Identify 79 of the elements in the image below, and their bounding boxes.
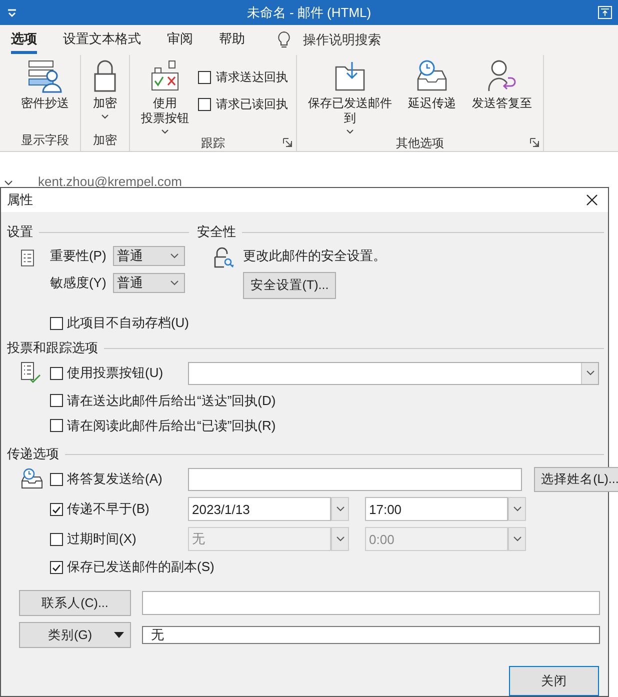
chevron-icon [170,280,179,286]
group-label: 显示字段 [21,132,69,148]
dropdown-triangle-icon [114,632,124,638]
checkbox[interactable] [50,560,63,574]
checkbox-label: 使用投票按钮(U) [67,364,164,382]
checkbox-label: 请求已读回执 [216,96,288,113]
importance-dropdown[interactable]: 普通 [112,246,185,266]
section-heading: 设置 [7,223,33,241]
ribbon-button[interactable]: 保存已发送邮件 到 [301,59,399,135]
checkbox-label: 请求送达回执 [216,69,288,86]
window-title: 未命名 - 邮件 (HTML) [246,4,372,22]
checkbox[interactable] [50,502,63,516]
checkbox-label: 请在送达此邮件后给出“送达”回执(D) [67,392,276,410]
contacts-field[interactable] [142,591,600,615]
ballot-icon [150,59,180,93]
time-field[interactable]: 17:00 [365,497,508,521]
checkbox-label: 传递不早于(B) [67,500,150,518]
clock-tray-icon [21,468,43,490]
date-field[interactable]: 2023/1/13 [188,497,331,521]
field-label: 重要性(P) [50,247,108,265]
chevron-icon[interactable] [4,180,13,186]
categories-button[interactable]: 类别(G) [19,622,131,648]
group-label: 跟踪 [201,135,225,152]
checkbox-label: 此项目不自动存档(U) [66,314,189,332]
list-person-icon [27,59,63,93]
checkbox[interactable] [50,472,63,486]
ribbon-button[interactable]: 发送答复至 [465,59,539,135]
checkbox[interactable] [50,366,63,380]
field-label: 敏感度(Y) [50,274,108,292]
sensitivity-dropdown[interactable]: 普通 [112,273,185,293]
ribbon-button[interactable]: 密件抄送 [14,59,76,129]
lock-icon [92,59,118,93]
from-address: kent.zhou@krempel.com [38,174,182,190]
checkbox[interactable] [50,419,63,432]
tell-me-search[interactable]: 操作说明搜索 [303,31,381,49]
ribbon-tab[interactable]: 审阅 [167,26,193,54]
lock-key-icon [213,247,235,269]
checkbox[interactable] [50,394,63,407]
checkbox[interactable] [198,71,211,84]
folder-arrow-icon [334,59,366,93]
select-names-button[interactable]: 选择姓名(L)... [534,466,618,492]
section-heading: 传递选项 [7,445,59,463]
checkbox-label: 过期时间(X) [67,530,138,548]
ribbon-button[interactable]: 加密 [85,59,125,129]
group-label: 加密 [93,132,117,148]
section-heading: 投票和跟踪选项 [7,339,98,357]
dialog-launcher-icon[interactable] [283,138,292,147]
security-settings-button[interactable]: 安全设置(T)... [243,272,336,299]
ribbon-button[interactable]: 延迟传递 [401,59,463,135]
checkbox-label: 将答复发送给(A) [67,470,164,488]
caret-icon [346,129,354,135]
checkbox[interactable] [198,98,211,111]
chevron-icon [170,253,179,259]
security-description: 更改此邮件的安全设置。 [243,247,386,265]
section-heading: 安全性 [197,223,236,241]
close-icon[interactable] [586,194,598,206]
list-icon [21,249,34,267]
lightbulb-icon [277,31,291,49]
checkbox-label: 请在阅读此邮件后给出“已读”回执(R) [67,416,276,434]
dialog-launcher-icon[interactable] [530,138,539,147]
contacts-button[interactable]: 联系人(C)... [19,590,131,616]
ribbon-tab[interactable]: 帮助 [219,26,245,54]
ribbon-display-icon[interactable] [598,6,612,19]
close-button[interactable]: 关闭 [509,666,599,696]
chevron-icon [586,370,594,376]
checklist-icon [21,362,43,384]
person-arrow-icon [487,59,517,93]
reply-to-field[interactable] [188,468,522,490]
checkbox[interactable] [50,316,63,330]
categories-field[interactable]: 无 [142,626,600,644]
quick-access-caret-icon[interactable] [7,8,17,16]
clock-tray-icon [416,59,448,93]
checkbox-label: 保存已发送邮件的副本(S) [67,558,214,576]
ribbon-tab[interactable]: 设置文本格式 [63,26,141,54]
caret-icon [101,114,109,120]
group-label: 其他选项 [396,135,444,152]
dialog-title: 属性 [7,191,33,209]
ribbon-button[interactable]: 使用 投票按钮 [134,59,196,135]
caret-icon [161,129,169,135]
